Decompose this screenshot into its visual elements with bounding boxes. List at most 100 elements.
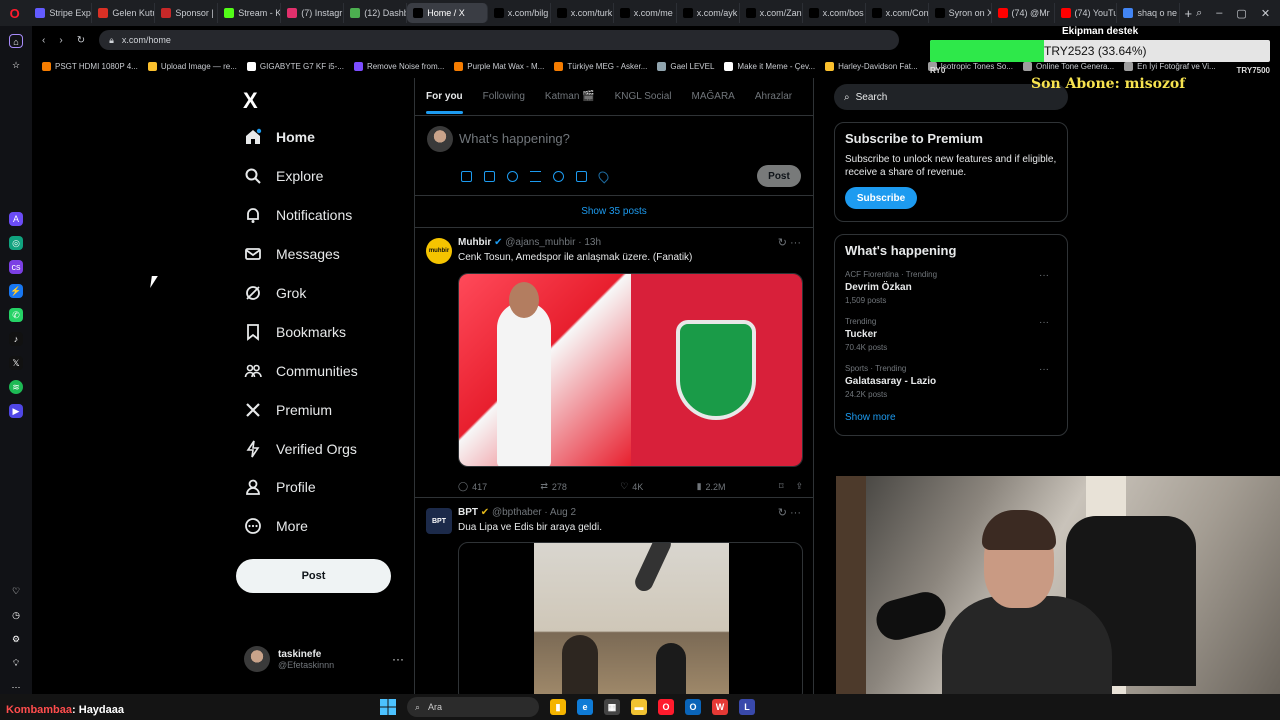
nav-notifications[interactable]: Notifications [236, 196, 406, 235]
browser-tab[interactable]: x.com/bos [803, 3, 866, 23]
chatgpt-icon[interactable]: ◎ [9, 236, 23, 250]
nav-messages[interactable]: Messages [236, 235, 406, 274]
x-app-icon[interactable]: 𝕏 [9, 356, 23, 370]
browser-tab[interactable]: (12) Dashb [344, 3, 408, 23]
trend-item[interactable]: ACF Fiorentina · Trending Devrim Özkan 1,5… [845, 265, 1057, 312]
tweet-avatar[interactable]: muhbir [426, 238, 452, 264]
taskbar-outlook-icon[interactable]: O [685, 699, 701, 715]
timeline-tab[interactable]: Ahrazlar [755, 91, 792, 102]
trend-more-icon[interactable]: ··· [1039, 317, 1049, 328]
bookmark-item[interactable]: Purple Mat Wax - M... [454, 61, 544, 71]
forward-icon[interactable]: › [59, 35, 62, 46]
timeline-tab[interactable]: KNGL Social [615, 91, 672, 102]
tweet-more-icon[interactable]: ↻ ··· [778, 236, 801, 249]
browser-tab[interactable]: x.com/me [614, 3, 677, 23]
bookmark-item[interactable]: Make it Meme - Çev... [724, 61, 815, 71]
taskbar-wps-icon[interactable]: W [712, 699, 728, 715]
image-icon[interactable] [461, 171, 472, 182]
browser-tab[interactable]: Syron on X [929, 3, 992, 23]
location-icon[interactable] [596, 169, 611, 184]
url-text[interactable]: x.com/home [122, 35, 171, 45]
tweet-avatar[interactable]: BPT [426, 508, 452, 534]
nav-more[interactable]: More [236, 507, 406, 546]
taskbar-explorer-icon[interactable]: ▬ [631, 699, 647, 715]
taskbar-search[interactable]: ⌕ Ara [407, 697, 539, 717]
nav-explore[interactable]: Explore [236, 157, 406, 196]
taskbar-opera-icon[interactable]: O [658, 699, 674, 715]
more-icon[interactable]: ⋯ [9, 680, 23, 694]
tweet-media[interactable] [458, 273, 803, 467]
browser-tab[interactable]: x.com/Zan [740, 3, 803, 23]
tweet[interactable]: BPT BPT ✔ @bpthaber · Aug 2 ↻ ··· Dua Li… [415, 498, 813, 694]
search-tabs-icon[interactable]: ⌕ [1196, 7, 1202, 20]
taskbar-files-icon[interactable]: ▮ [550, 699, 566, 715]
settings-icon[interactable]: ⚙ [9, 632, 23, 646]
tweet-author-handle[interactable]: @ajans_muhbir [505, 237, 575, 248]
share-icon[interactable]: ⇪ [795, 481, 803, 492]
tweet-media[interactable] [458, 542, 803, 694]
browser-tab[interactable]: Stream - K [218, 3, 282, 23]
browser-tab[interactable]: (74) @Mr [992, 3, 1055, 23]
subscribe-button[interactable]: Subscribe [845, 187, 917, 209]
gif-icon[interactable] [484, 171, 495, 182]
history-icon[interactable]: ◷ [9, 608, 23, 622]
bookmark-item[interactable]: Upload Image — re... [147, 61, 237, 71]
x-logo[interactable]: X [243, 88, 258, 114]
aria-icon[interactable]: A [9, 212, 23, 226]
bookmark-icon[interactable]: ⌑ [779, 481, 784, 492]
messenger-icon[interactable]: ⚡ [9, 284, 23, 298]
composer-post-button[interactable]: Post [757, 165, 801, 187]
tweet-author-handle[interactable]: @bpthaber [492, 507, 542, 518]
bookmark-item[interactable]: Remove Noise from... [353, 61, 444, 71]
windows-start-icon[interactable] [380, 699, 396, 715]
nav-premium[interactable]: Premium [236, 390, 406, 429]
bookmark-item[interactable]: Türkiye MEG - Asker... [554, 61, 647, 71]
opera-logo-icon[interactable]: O [0, 6, 29, 21]
composer-input[interactable]: What's happening? [459, 131, 570, 146]
trend-more-icon[interactable]: ··· [1039, 364, 1049, 375]
cs-icon[interactable]: cs [9, 260, 23, 274]
bookmark-item[interactable]: GIGABYTE G7 KF i5-... [246, 61, 344, 71]
bookmark-item[interactable]: Gael LEVEL [657, 61, 714, 71]
timeline-tab[interactable]: For you [426, 91, 463, 114]
post-button[interactable]: Post [236, 559, 391, 593]
taskbar-edge-icon[interactable]: e [577, 699, 593, 715]
tweet-author-name[interactable]: BPT [458, 507, 478, 518]
show-more-link[interactable]: Show more [845, 406, 1057, 427]
like-button[interactable]: ♡ 4K [620, 481, 643, 492]
browser-tab[interactable]: x.com/bilg [488, 3, 551, 23]
repost-button[interactable]: ⇄ 278 [540, 481, 567, 492]
star-icon[interactable]: ☆ [9, 58, 23, 72]
new-tab-icon[interactable]: + [1180, 6, 1196, 21]
tweet-author-name[interactable]: Muhbir [458, 237, 491, 248]
whatsapp-icon[interactable]: ✆ [9, 308, 23, 322]
tweet-time[interactable]: · 13h [578, 237, 601, 248]
bookmark-item[interactable]: Harley-Davidson Fat... [825, 61, 918, 71]
tweet[interactable]: muhbir Muhbir ✔ @ajans_muhbir · 13h ↻ ··… [415, 228, 813, 498]
account-switcher[interactable]: taskinefe @Efetaskinnn ··· [244, 643, 404, 675]
browser-tab[interactable]: Sponsor | [155, 3, 219, 23]
views-button[interactable]: ▮ 2.2M [697, 481, 726, 492]
emoji-icon[interactable] [553, 171, 564, 182]
timeline-tab[interactable]: Following [483, 91, 525, 102]
timeline-tab[interactable]: Katman 🎬 [545, 91, 595, 102]
taskbar-launcher-icon[interactable]: L [739, 699, 755, 715]
browser-tab[interactable]: x.com/Con [866, 3, 929, 23]
reload-icon[interactable]: ↻ [77, 35, 85, 46]
nav-communities[interactable]: Communities [236, 351, 406, 390]
timeline-tab[interactable]: MAĞARA [692, 91, 735, 102]
tips-icon[interactable]: 💡︎ [9, 656, 23, 670]
minimize-icon[interactable]: – [1216, 7, 1222, 20]
account-more-icon[interactable]: ··· [392, 652, 404, 666]
reply-button[interactable]: ◯ 417 [458, 481, 487, 492]
nav-verified-orgs[interactable]: Verified Orgs [236, 429, 406, 468]
maximize-icon[interactable]: ▢ [1236, 7, 1246, 20]
tweet-time[interactable]: · Aug 2 [544, 507, 576, 518]
browser-tab[interactable]: Gelen Kutu [92, 3, 156, 23]
browser-tab[interactable]: x.com/turk [551, 3, 614, 23]
browser-tab[interactable]: Home / X [407, 3, 488, 23]
browser-tab[interactable]: (7) Instagr [281, 3, 345, 23]
trend-more-icon[interactable]: ··· [1039, 270, 1049, 281]
show-new-posts[interactable]: Show 35 posts [415, 196, 813, 228]
browser-tab[interactable]: x.com/ayk [677, 3, 740, 23]
